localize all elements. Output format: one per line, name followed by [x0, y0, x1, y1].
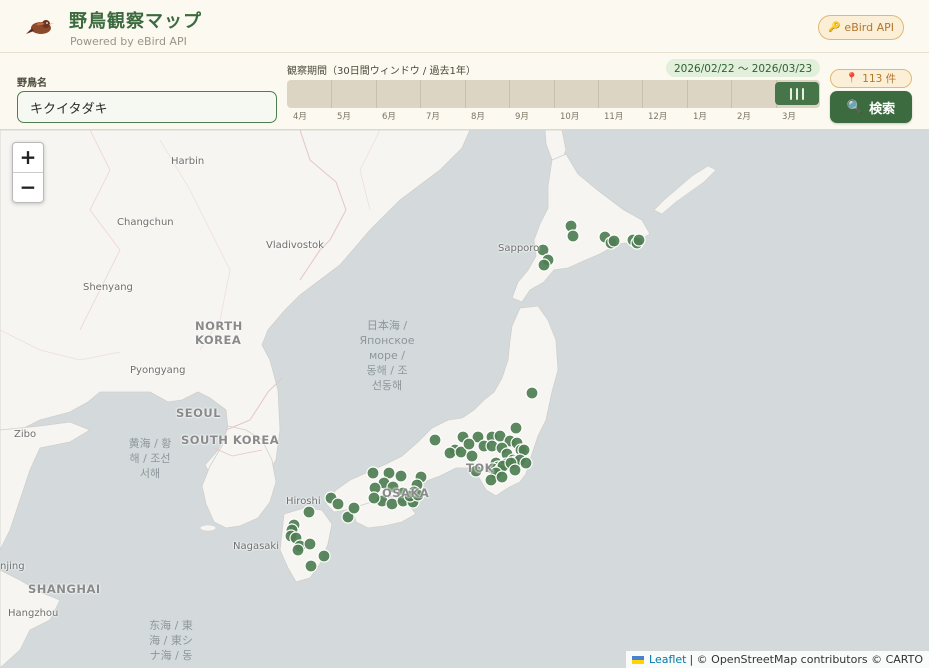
observation-marker[interactable]	[394, 469, 408, 483]
species-input[interactable]	[17, 91, 277, 123]
map-label-tokyo: TOK	[466, 461, 495, 475]
month-label: 12月	[648, 112, 668, 122]
app-header: 野鳥観察マップ Powered by eBird API 🔑 eBird API	[0, 0, 929, 53]
month-label: 3月	[782, 112, 796, 122]
search-controls: 野鳥名 観察期間（30日間ウィンドウ / 過去1年） 2026/02/22 〜 …	[0, 53, 929, 130]
month-label: 9月	[515, 112, 529, 122]
zoom-out-button[interactable]: −	[13, 173, 43, 203]
magnifier-icon: 🔍	[846, 99, 864, 115]
map-label-japan-sea: 日本海 / Японское море / 동해 / 조 선동해	[359, 319, 415, 392]
map-label-hangzhou: Hangzhou	[8, 608, 59, 619]
map-label-zibo: Zibo	[14, 429, 37, 440]
search-button[interactable]: 🔍 検索	[830, 91, 912, 123]
observation-marker[interactable]	[495, 470, 509, 484]
observation-marker[interactable]	[291, 543, 305, 557]
map-view[interactable]: Harbin Changchun Vladivostok Shenyang Sa…	[0, 130, 929, 668]
map-label-nanjing: njing	[0, 561, 25, 572]
map-tiles	[0, 130, 717, 668]
month-label: 7月	[426, 112, 440, 122]
observation-marker[interactable]	[509, 421, 523, 435]
observation-marker[interactable]	[331, 497, 345, 511]
species-label: 野鳥名	[17, 78, 47, 89]
result-count: 113 件	[862, 73, 897, 85]
month-label: 10月	[560, 112, 580, 122]
map-label-pyongyang: Pyongyang	[130, 365, 186, 376]
map-label-changchun: Changchun	[117, 217, 174, 228]
ebird-api-button-label: eBird API	[844, 21, 895, 34]
map-label-south-korea: SOUTH KOREA	[181, 433, 280, 447]
map-label-seoul: SEOUL	[176, 406, 222, 420]
month-label: 2月	[737, 112, 751, 122]
observation-marker[interactable]	[566, 229, 580, 243]
observation-marker[interactable]	[304, 559, 318, 573]
observation-marker[interactable]	[366, 466, 380, 480]
observation-marker[interactable]	[367, 491, 381, 505]
map-label-nagasaki: Nagasaki	[233, 541, 279, 552]
period-timeline-track[interactable]	[287, 80, 820, 108]
observation-marker[interactable]	[607, 234, 621, 248]
app-title: 野鳥観察マップ	[69, 11, 202, 32]
zoom-in-button[interactable]: +	[13, 143, 43, 173]
month-label: 5月	[337, 112, 351, 122]
observation-marker[interactable]	[508, 463, 522, 477]
month-label: 4月	[293, 112, 307, 122]
observation-marker[interactable]	[303, 537, 317, 551]
ebird-api-button[interactable]: 🔑 eBird API	[818, 15, 904, 40]
app-subtitle: Powered by eBird API	[70, 35, 187, 48]
search-button-label: 検索	[869, 101, 896, 117]
zoom-control: + −	[12, 142, 44, 203]
map-label-harbin: Harbin	[171, 156, 205, 167]
month-label: 6月	[382, 112, 396, 122]
map-label-shanghai: SHANGHAI	[28, 582, 101, 596]
month-label: 8月	[471, 112, 485, 122]
map-label-yellow-sea: 黄海 / 황 해 / 조선 서해	[128, 437, 172, 480]
leaflet-link[interactable]: Leaflet	[649, 653, 686, 666]
observation-marker[interactable]	[428, 433, 442, 447]
observation-marker[interactable]	[632, 233, 646, 247]
bird-logo-icon	[26, 20, 54, 34]
observation-marker[interactable]	[537, 258, 551, 272]
month-label: 1月	[693, 112, 707, 122]
period-window-handle[interactable]	[775, 82, 819, 105]
map-label-east-china-sea: 东海 / 東 海 / 東シ ナ海 / 동	[149, 619, 193, 662]
ukraine-flag-icon	[632, 655, 645, 664]
month-label: 11月	[604, 112, 624, 122]
pin-icon: 📍	[845, 73, 859, 84]
observation-markers[interactable]	[284, 219, 646, 573]
result-count-badge: 📍 113 件	[830, 69, 912, 88]
map-label-sapporo: Sapporo	[498, 243, 540, 254]
observation-marker[interactable]	[519, 456, 533, 470]
map-label-shenyang: Shenyang	[83, 282, 133, 293]
attribution-text: | © OpenStreetMap contributors © CARTO	[689, 653, 923, 666]
map-attribution: Leaflet | © OpenStreetMap contributors ©…	[626, 651, 929, 668]
observation-marker[interactable]	[317, 549, 331, 563]
observation-marker[interactable]	[484, 473, 498, 487]
observation-marker[interactable]	[302, 505, 316, 519]
observation-marker[interactable]	[347, 501, 361, 515]
map-label-hiroshima: Hiroshi	[286, 496, 321, 507]
observation-marker[interactable]	[443, 446, 457, 460]
period-range-badge: 2026/02/22 〜 2026/03/23	[666, 59, 821, 77]
key-icon: 🔑	[827, 22, 841, 33]
map-label-north-korea: NORTH KOREA	[195, 319, 243, 347]
period-label: 観察期間（30日間ウィンドウ / 過去1年）	[287, 66, 476, 77]
observation-marker[interactable]	[525, 386, 539, 400]
map-label-vladivostok: Vladivostok	[266, 240, 324, 251]
observation-marker[interactable]	[462, 437, 476, 451]
map-label-osaka: OSAKA	[382, 486, 430, 500]
